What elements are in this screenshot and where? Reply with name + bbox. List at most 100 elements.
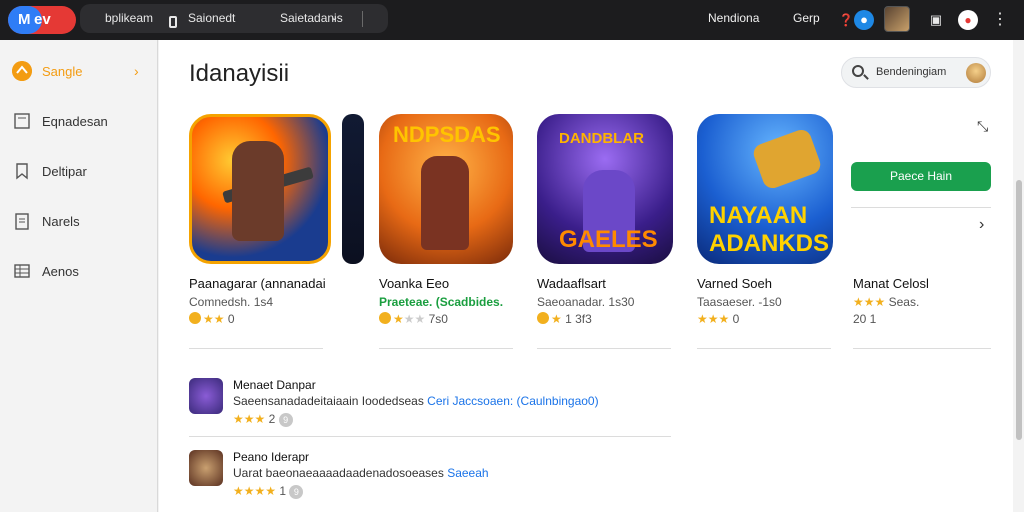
- calendar-icon[interactable]: ▣: [926, 10, 946, 30]
- bookmark-icon: [16, 163, 28, 180]
- chevron-right-icon[interactable]: ›: [979, 216, 984, 234]
- menu-link[interactable]: Gerp: [793, 11, 820, 25]
- game-card-title[interactable]: Wadaaflsart: [537, 276, 606, 291]
- right-tab[interactable]: Saietadanis: [280, 11, 343, 25]
- scroll-thumb[interactable]: [1016, 180, 1022, 440]
- game-card-subtitle: Comnedsh. 1s4: [189, 295, 274, 309]
- card-divider: [379, 348, 513, 349]
- game-art-logo: DANDBLAR: [559, 130, 644, 147]
- sidebar-item-label: Aenos: [42, 264, 79, 279]
- list-divider: [189, 436, 671, 437]
- main-content: Idanayisii Bendeningiam ⤡ Paanagarar (an…: [159, 40, 1013, 512]
- rating-value: 7s0: [428, 312, 448, 326]
- star-icon: ★★★: [233, 412, 266, 426]
- search-label: Bendeningiam: [876, 66, 947, 78]
- game-card-rating: ★★ 0: [189, 312, 235, 326]
- sidebar: Sangle › Eqnadesan Deltipar Narels Aenos: [0, 40, 158, 512]
- game-art-character: [421, 156, 469, 250]
- rating-value: 2: [268, 412, 276, 426]
- star-icon: ★★★: [853, 295, 889, 309]
- description-link[interactable]: Saeeah: [447, 466, 488, 480]
- game-card-image[interactable]: NDPSDAS: [379, 114, 513, 264]
- description-text: Saeensanadadeitaiaain Ioodedseas: [233, 394, 424, 408]
- list-thumbnail[interactable]: [189, 378, 223, 414]
- game-card-rating: ★ 1 3f3: [537, 312, 592, 326]
- sidebar-item-clipboard[interactable]: Narels: [0, 200, 158, 248]
- sidebar-item-label: Deltipar: [42, 164, 87, 179]
- card-divider: [851, 207, 991, 208]
- search-box[interactable]: Bendeningiam: [841, 57, 991, 88]
- scrollbar[interactable]: [1014, 40, 1024, 512]
- game-art-logo: NDPSDAS: [393, 122, 501, 147]
- list-item-title[interactable]: Peano Iderapr: [233, 450, 309, 464]
- list-item-description: Saeensanadadeitaiaain Ioodedseas Ceri Ja…: [233, 394, 599, 408]
- game-card-image[interactable]: DANDBLAR GAELES: [537, 114, 673, 264]
- user-avatar[interactable]: [884, 6, 910, 32]
- list-item-rating: ★★★ 2 9: [233, 412, 293, 427]
- game-card-title[interactable]: Varned Soeh: [697, 276, 772, 291]
- app-logo[interactable]: M ev: [8, 6, 76, 34]
- avatar-icon[interactable]: ●: [854, 10, 874, 30]
- sidebar-item-home[interactable]: Sangle ›: [0, 50, 158, 98]
- game-card-title[interactable]: Manat Celosl: [853, 276, 929, 291]
- list-item-title[interactable]: Menaet Danpar: [233, 378, 316, 392]
- page-title: Idanayisii: [189, 60, 290, 87]
- game-card-subtitle: Praeteae. (Scadbides.: [379, 295, 504, 309]
- search-icon: [852, 65, 864, 77]
- logo-mark: M: [18, 11, 31, 28]
- game-card-image[interactable]: [189, 114, 331, 264]
- list-icon: [14, 264, 30, 278]
- game-card-rating: ★★★ 0: [697, 312, 739, 326]
- app-name-tab[interactable]: bplikeam: [105, 11, 153, 25]
- game-art-character: [232, 141, 284, 241]
- game-card-image[interactable]: NAYAAN ADANKDS: [697, 114, 833, 264]
- logo-text: ev: [34, 11, 51, 28]
- rating-value: 1: [279, 484, 287, 498]
- game-card-title[interactable]: Paanagarar (annanadai: [189, 276, 326, 291]
- top-bar: M ev bplikeam Saionedt ⌄ Saietadanis Nen…: [0, 0, 1024, 40]
- notification-icon[interactable]: ●: [958, 10, 978, 30]
- question-icon[interactable]: ❓: [836, 10, 856, 30]
- game-art-logo: GAELES: [559, 226, 658, 253]
- card-divider: [697, 348, 831, 349]
- sidebar-item-list[interactable]: Aenos: [0, 250, 158, 298]
- expand-icon[interactable]: ⤡: [977, 118, 988, 135]
- description-link[interactable]: Ceri Jaccsoaen: (Caulnbingao0): [427, 394, 598, 408]
- game-card-title[interactable]: Voanka Eeo: [379, 276, 449, 291]
- rating-value: 1 3f3: [565, 312, 592, 326]
- game-card-rating: 20 1: [853, 312, 877, 326]
- subtitle-text: Seas.: [888, 295, 920, 309]
- account-link[interactable]: Nendiona: [708, 11, 759, 25]
- search-scope-dropdown[interactable]: Saionedt: [188, 11, 235, 25]
- badge-icon: 9: [278, 413, 293, 427]
- game-card-image[interactable]: [342, 114, 364, 264]
- coin-icon: [537, 312, 549, 324]
- rating-value: 0: [732, 312, 740, 326]
- home-icon: [12, 61, 32, 81]
- star-icon: ★★★★: [233, 484, 277, 498]
- sidebar-item-label: Eqnadesan: [42, 114, 108, 129]
- card-divider: [853, 348, 991, 349]
- list-item-rating: ★★★★ 1 9: [233, 484, 304, 499]
- badge-icon: 9: [289, 485, 304, 499]
- game-card-subtitle: ★★★ Seas.: [853, 295, 919, 309]
- more-icon[interactable]: ⋮: [990, 10, 1010, 30]
- star-icon: ★: [393, 312, 404, 326]
- sidebar-item-documents[interactable]: Eqnadesan: [0, 100, 158, 148]
- sidebar-item-label: Narels: [42, 214, 80, 229]
- star-icon: ★: [551, 312, 562, 326]
- pill-divider: [362, 11, 363, 27]
- device-icon: [169, 16, 177, 28]
- sidebar-item-bookmarks[interactable]: Deltipar: [0, 150, 158, 198]
- coin-icon: [379, 312, 391, 324]
- game-card-rating: ★★★ 7s0: [379, 312, 448, 326]
- description-text: Uarat baeonaeaaaadaadenadosoeases: [233, 466, 444, 480]
- install-button[interactable]: Paece Hain: [851, 162, 991, 191]
- empty-star-icon: ★★: [403, 312, 426, 326]
- search-avatar-icon[interactable]: [966, 63, 986, 83]
- document-icon: [14, 113, 30, 129]
- top-nav-pill: bplikeam Saionedt ⌄ Saietadanis: [80, 4, 388, 33]
- list-thumbnail[interactable]: [189, 450, 223, 486]
- chevron-right-icon: ›: [134, 63, 139, 79]
- game-art-rocket: [750, 127, 824, 191]
